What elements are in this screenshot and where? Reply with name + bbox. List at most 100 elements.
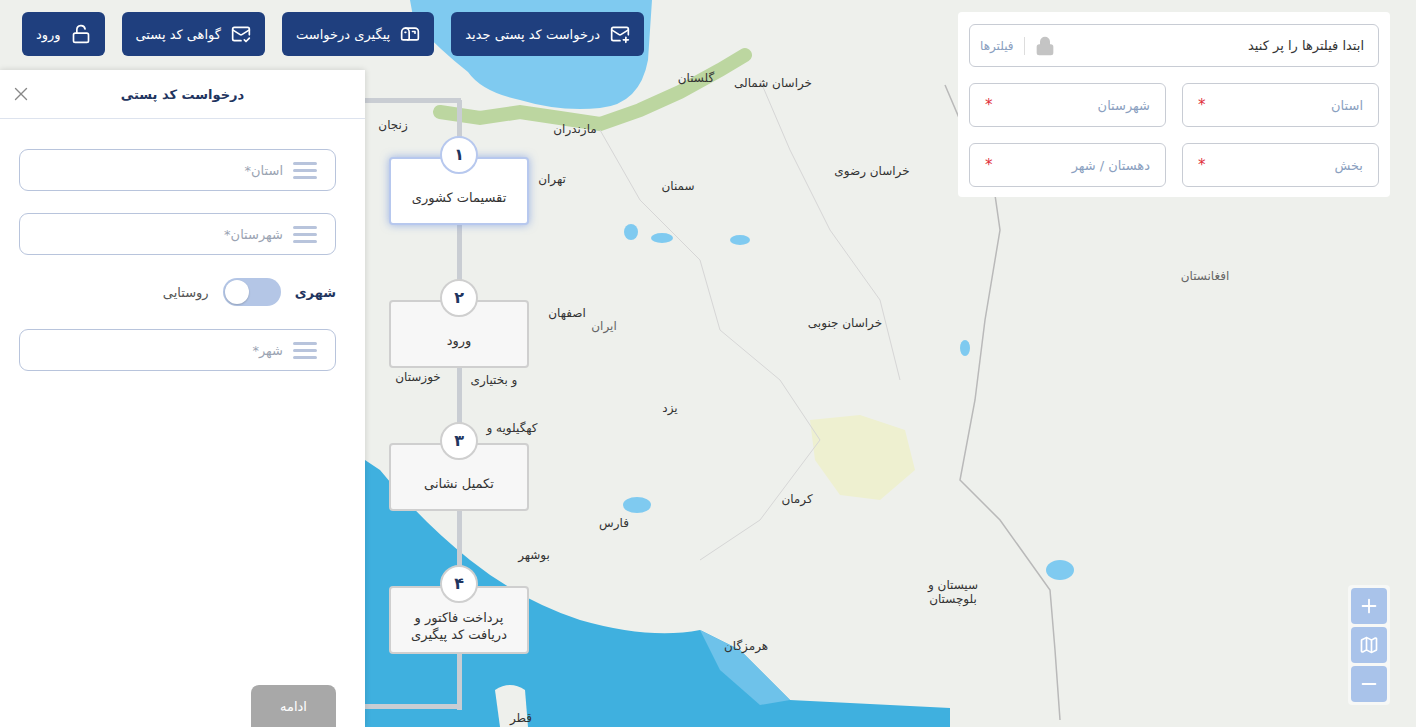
lut-desert <box>810 415 915 500</box>
caspian-sea <box>410 0 652 109</box>
minus-icon <box>1358 673 1380 695</box>
select-field[interactable]: شهرستان* <box>19 213 336 255</box>
lake <box>623 497 651 513</box>
panel-title: درخواست کد پستی <box>121 87 244 102</box>
filter-placeholder: بخش <box>1334 158 1363 173</box>
filter-placeholder: شهرستان <box>1098 98 1150 113</box>
urban-rural-switch[interactable] <box>223 278 281 306</box>
panel-footer: ادامه <box>0 685 365 727</box>
step-node[interactable]: ۱تقسیمات کشوری <box>389 157 529 225</box>
map-label: خراسان جنوبی <box>808 316 882 330</box>
toolbar-button-label: پیگیری درخواست <box>296 27 390 42</box>
search-placeholder: ابتدا فیلترها را پر کنید <box>1065 38 1364 53</box>
mail-check-icon <box>231 24 251 44</box>
filter-field[interactable]: استان * <box>1182 83 1379 127</box>
toolbar-button[interactable]: درخواست کد پستی جدید <box>451 12 644 56</box>
map-label: زنجان <box>378 118 407 132</box>
filter-placeholder: استان <box>1331 98 1363 113</box>
map-label: مازندران <box>553 122 596 136</box>
toolbar-button[interactable]: پیگیری درخواست <box>282 12 434 56</box>
step-number: ۱ <box>440 136 478 174</box>
select-field[interactable]: استان* <box>19 149 336 191</box>
map-label: یزد <box>662 401 677 415</box>
step-number: ۲ <box>440 279 478 317</box>
step-node[interactable]: ۳تکمیل نشانی <box>389 443 529 511</box>
list-icon <box>293 225 317 243</box>
map-label: خراسان رضوی <box>834 164 909 178</box>
mailbox-icon <box>400 24 420 44</box>
toggle-on-label: شهری <box>295 285 336 300</box>
province-border <box>760 80 900 380</box>
toolbar-button[interactable]: ورود <box>22 12 105 56</box>
map-label: تهران <box>538 172 566 186</box>
alborz-range <box>440 55 745 124</box>
map-label: خوزستان <box>395 370 441 384</box>
filter-placeholder: دهستان / شهر <box>1072 158 1150 173</box>
switch-knob <box>225 280 249 304</box>
list-icon <box>293 161 317 179</box>
lock-icon <box>1035 36 1055 56</box>
filters-button[interactable]: فیلترها <box>980 37 1025 55</box>
map-label: سیستان و بلوچستان <box>913 578 993 607</box>
panel-body: استان* شهرستان* شهری روستایی شهر* <box>0 119 365 371</box>
map-label: کهگیلویه و <box>486 421 537 435</box>
zoom-controls <box>1348 585 1390 705</box>
filter-field[interactable]: بخش * <box>1182 143 1379 187</box>
step-number: ۳ <box>440 422 478 460</box>
step-node[interactable]: ۴پرداخت فاکتور و دریافت کد پیگیری <box>389 586 529 654</box>
mailbox-plus-icon <box>610 24 630 44</box>
step-label: ورود <box>447 333 472 350</box>
select-placeholder: شهرستان* <box>224 227 283 242</box>
required-mark: * <box>1198 96 1206 114</box>
map-label: قطر <box>510 711 532 725</box>
lake <box>960 340 970 356</box>
map-label: اصفهان <box>548 306 586 320</box>
full-extent-button[interactable] <box>1351 627 1387 663</box>
map-icon <box>1359 635 1379 655</box>
close-button[interactable] <box>6 79 36 109</box>
left-column: درخواست کد پستی جدید پیگیری درخواست گواهی … <box>0 0 644 727</box>
step-node[interactable]: ۲ورود <box>389 300 529 368</box>
map-label: کرمان <box>781 492 812 506</box>
strait-of-hormuz <box>700 630 790 705</box>
request-panel: درخواست کد پستی استان* شهرستان* شهری روستایی… <box>0 70 365 727</box>
list-icon <box>293 341 317 359</box>
map-label: و بختیاری <box>471 373 518 387</box>
app: گلستان خراسان شمالی زنجان مازندران خراسان رض… <box>0 0 1416 727</box>
close-icon <box>10 83 32 105</box>
step-label: تکمیل نشانی <box>424 476 494 493</box>
filter-grid: استان * شهرستان* بخش * دهستان / شهر * <box>969 83 1379 187</box>
panel-header: درخواست کد پستی <box>0 70 365 119</box>
map-label: ایران <box>591 319 616 333</box>
toolbar-button-label: درخواست کد پستی جدید <box>465 27 600 42</box>
map-label: سمنان <box>661 179 694 193</box>
continue-button[interactable]: ادامه <box>251 685 336 727</box>
lake <box>624 224 638 240</box>
map-label: گلستان <box>678 71 714 85</box>
search-row[interactable]: ابتدا فیلترها را پر کنید فیلترها <box>969 24 1379 67</box>
toggle-off-label: روستایی <box>163 285 209 300</box>
select-placeholder: شهر* <box>252 343 283 358</box>
filter-card: ابتدا فیلترها را پر کنید فیلترها استان * شهر… <box>958 12 1390 197</box>
lake <box>1046 560 1074 580</box>
zoom-in-button[interactable] <box>1351 588 1387 624</box>
step-number: ۴ <box>440 565 478 603</box>
filter-field[interactable]: دهستان / شهر * <box>969 143 1166 187</box>
required-mark: * <box>985 156 993 174</box>
step-connector <box>365 704 461 709</box>
lake <box>651 233 673 243</box>
plus-icon <box>1358 595 1380 617</box>
zoom-out-button[interactable] <box>1351 666 1387 702</box>
lake <box>730 235 750 245</box>
map-label: افغانستان <box>1181 269 1230 283</box>
select-placeholder: استان* <box>245 163 283 178</box>
required-mark: * <box>1198 156 1206 174</box>
toolbar-button[interactable]: گواهی کد پستی <box>122 12 265 56</box>
toggle-row: شهری روستایی <box>19 277 336 307</box>
filter-field[interactable]: شهرستان* <box>969 83 1166 127</box>
map-label: خراسان شمالی <box>734 76 812 90</box>
select-field[interactable]: شهر* <box>19 329 336 371</box>
step-connector <box>365 98 461 103</box>
map-label: بوشهر <box>518 548 550 562</box>
province-border <box>600 130 820 560</box>
